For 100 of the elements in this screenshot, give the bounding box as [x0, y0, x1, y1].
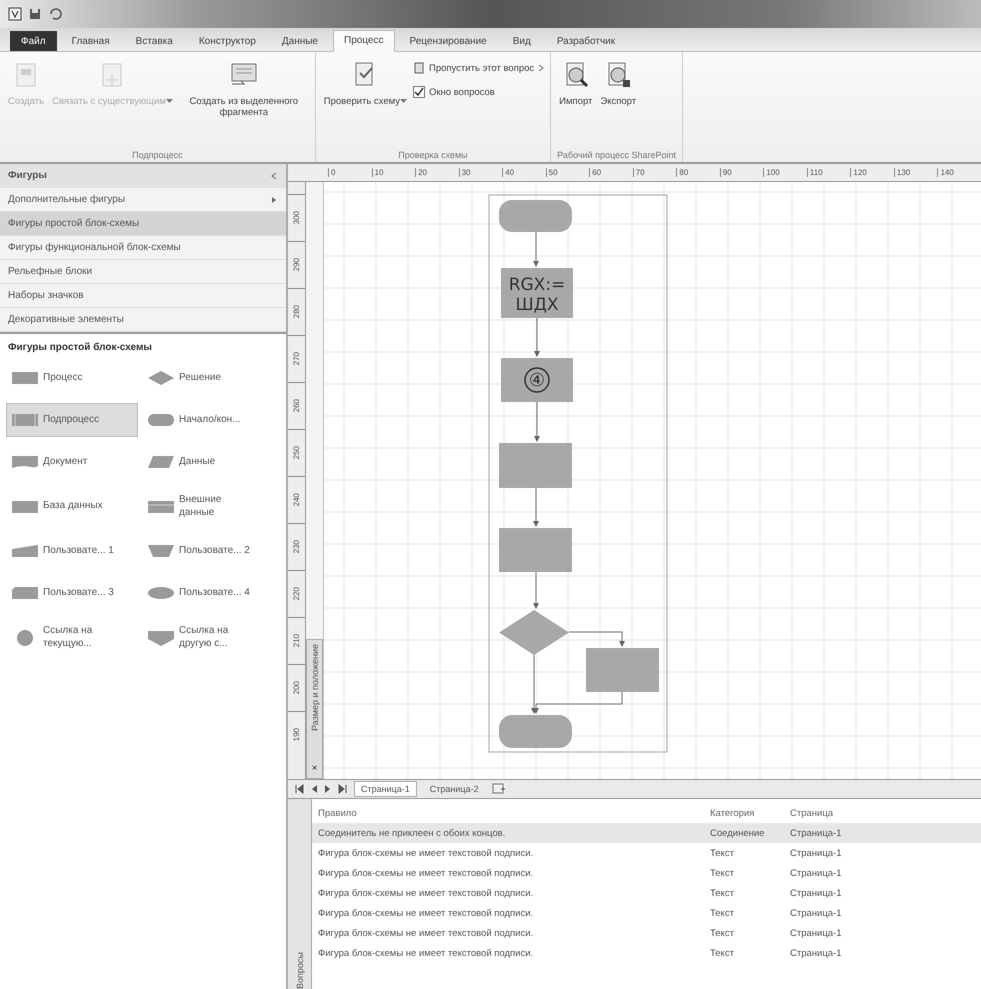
table-cell-text: Страница-1	[790, 848, 843, 858]
stencil-shape[interactable]: Данные	[142, 445, 274, 479]
page-tab[interactable]: Страница-1	[354, 781, 417, 797]
table-cell-text: Страница-1	[790, 948, 843, 958]
stencil-shape[interactable]: Документ	[6, 445, 138, 479]
stencil-shape[interactable]: Пользовате... 2	[142, 534, 274, 568]
collapse-icon	[270, 172, 278, 180]
connector-arrow	[534, 318, 540, 357]
issue-row[interactable]: Фигура блок-схемы не имеет текстовой подписи. Текст Страница-1	[312, 923, 981, 943]
flowchart-shape-icon	[11, 542, 39, 560]
stencil-shape[interactable]: Внешние данные	[142, 487, 274, 526]
stencil-shape[interactable]: Ссылка на другую с...	[142, 618, 274, 657]
table-cell-text: Фигура блок-схемы не имеет текстовой подписи.	[318, 948, 534, 958]
table-cell-text: Текст	[710, 908, 735, 918]
table-cell-text: Фигура блок-схемы не имеет текстовой подписи.	[318, 908, 534, 918]
column-header[interactable]: Правило	[318, 808, 710, 818]
side-tab[interactable]: Размер и положение ×	[306, 639, 323, 779]
flowchart-shape-icon	[11, 369, 39, 387]
ribbon-tab[interactable]: Вид	[502, 31, 542, 51]
table-cell-text: Текст	[710, 948, 735, 958]
tab-label[interactable]: Размер и положение	[310, 644, 320, 731]
expand-icon	[270, 196, 278, 204]
ribbon-button[interactable]: Пропустить этот вопрос	[413, 62, 544, 74]
table-cell-text: Фигура блок-схемы не имеет текстовой подписи.	[318, 888, 534, 898]
ribbon-button[interactable]: Проверить схему	[322, 56, 409, 112]
vertical-ruler: 300 290 280 270 260 250 240 230 220 210 200 190	[288, 182, 306, 779]
connector-arrow	[534, 402, 540, 442]
process-shape: RGX:= ШДХ	[501, 268, 573, 318]
app-icon	[8, 7, 22, 21]
ribbon-button[interactable]: Создать из выделенного фрагмента	[178, 56, 309, 123]
issue-row[interactable]: Фигура блок-схемы не имеет текстовой подписи. Текст Страница-1	[312, 863, 981, 883]
ribbon-tab[interactable]: Главная	[60, 31, 121, 51]
table-cell-text: Текст	[710, 888, 735, 898]
stencil-item[interactable]: Рельефные блоки	[0, 260, 286, 284]
file-tab[interactable]: Файл	[10, 31, 57, 51]
last-page-icon	[338, 784, 348, 794]
flowchart-shape-icon	[11, 411, 39, 429]
column-header[interactable]: Категория	[710, 808, 790, 818]
issue-row[interactable]: Фигура блок-схемы не имеет текстовой подписи. Текст Страница-1	[312, 943, 981, 963]
table-cell-text: Текст	[710, 928, 735, 938]
flowchart-shape-icon	[147, 628, 175, 646]
stencil-title: Фигуры простой блок-схемы	[7, 341, 153, 355]
group-label: Рабочий процесс SharePoint	[557, 150, 676, 160]
stencil-shape[interactable]: База данных	[6, 487, 138, 526]
stencil-item[interactable]: Наборы значков	[0, 284, 286, 308]
flowchart-shape-icon	[147, 411, 175, 429]
ribbon-button[interactable]: Экспорт	[598, 56, 638, 112]
stencil-shape[interactable]: Решение	[142, 361, 274, 395]
checkbox[interactable]: Окно вопросов	[413, 86, 544, 98]
save-icon	[28, 7, 42, 21]
stencil-item[interactable]: Фигуры функциональной блок-схемы	[0, 236, 286, 260]
table-cell-text: Соединитель не приклеен с обоих концов.	[318, 828, 506, 838]
stencil-shape[interactable]: Пользовате... 3	[6, 576, 138, 610]
issue-row[interactable]: Фигура блок-схемы не имеет текстовой подписи. Текст Страница-1	[312, 903, 981, 923]
insert-page-icon	[492, 783, 506, 795]
ribbon-tab[interactable]: Данные	[270, 31, 329, 51]
table-cell-text: Фигура блок-схемы не имеет текстовой подписи.	[318, 868, 534, 878]
group-label: Проверка схемы	[397, 150, 469, 160]
flowchart-shape-icon	[11, 584, 39, 602]
stencil-shape[interactable]: Начало/кон...	[142, 403, 274, 437]
issue-row[interactable]: Соединитель не приклеен с обоих концов. Соединение Страница-1	[312, 823, 981, 843]
ribbon-tab[interactable]: Процесс	[333, 30, 394, 52]
table-cell-text: Текст	[710, 848, 735, 858]
first-page-icon	[294, 784, 304, 794]
issue-row[interactable]: Фигура блок-схемы не имеет текстовой подписи. Текст Страница-1	[312, 883, 981, 903]
stencil-item[interactable]: Фигуры простой блок-схемы	[0, 212, 286, 236]
flowchart-shape-icon	[147, 453, 175, 471]
flowchart-shape-icon	[11, 453, 39, 471]
horizontal-ruler: 0 10 20 30 40 50 60 70 80 90 100 110 120 130 140	[288, 164, 981, 182]
page-tab[interactable]: Страница-2	[422, 781, 486, 797]
panel-header[interactable]: Фигуры	[0, 164, 286, 188]
ribbon-tab[interactable]: Рецензирование	[398, 31, 498, 51]
undo-icon	[48, 7, 62, 21]
close-icon[interactable]: ×	[312, 763, 318, 774]
table-cell-text: Фигура блок-схемы не имеет текстовой подписи.	[318, 848, 534, 858]
stencil-item[interactable]: Дополнительные фигуры	[0, 188, 286, 212]
stencil-shape[interactable]: Ссылка на текущую...	[6, 618, 138, 657]
stencil-shape[interactable]: Подпроцесс	[6, 403, 138, 437]
ribbon-tab[interactable]: Вставка	[124, 31, 184, 51]
ribbon-tab[interactable]: Конструктор	[188, 31, 267, 51]
stencil-item[interactable]: Декоративные элементы	[0, 308, 286, 332]
ribbon-tab[interactable]: Разработчик	[546, 31, 626, 51]
table-cell-text: Страница-1	[790, 908, 843, 918]
document-icon	[413, 62, 425, 74]
group-label: Подпроцесс	[131, 150, 184, 160]
stencil-shape[interactable]: Пользовате... 1	[6, 534, 138, 568]
table-cell-text: Страница-1	[790, 928, 843, 938]
column-header[interactable]: Страница	[790, 808, 981, 818]
table-cell-text: Страница-1	[790, 888, 843, 898]
stencil-shape[interactable]: Пользовате... 4	[142, 576, 274, 610]
table-cell-text: Страница-1	[790, 868, 843, 878]
chevron-icon	[538, 64, 544, 72]
previous-page-icon	[310, 784, 318, 794]
table-cell-text: Соединение	[710, 828, 766, 838]
issue-row[interactable]: Фигура блок-схемы не имеет текстовой подписи. Текст Страница-1	[312, 843, 981, 863]
ribbon-button[interactable]: Импорт	[557, 56, 594, 112]
flowchart-shape-icon	[147, 584, 175, 602]
connector-arrow	[533, 488, 539, 527]
stencil-shape[interactable]: Процесс	[6, 361, 138, 395]
table-cell-text: Фигура блок-схемы не имеет текстовой подписи.	[318, 928, 534, 938]
